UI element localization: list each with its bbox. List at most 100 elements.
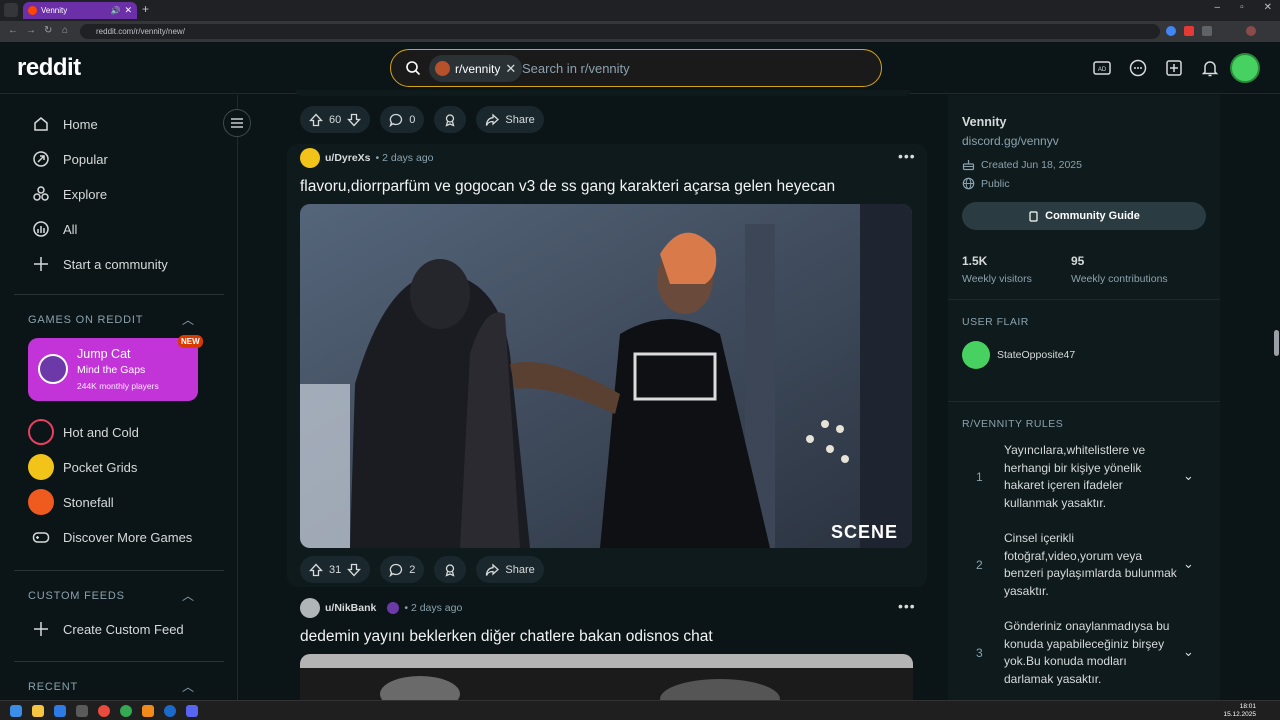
downvote-icon[interactable]	[347, 563, 362, 577]
forward-icon[interactable]: →	[26, 25, 36, 36]
app-icon[interactable]	[54, 705, 66, 717]
tab-search-button[interactable]	[4, 3, 18, 17]
user-avatar[interactable]	[300, 148, 320, 168]
post-title[interactable]: dedemin yayını beklerken diğer chatlere …	[300, 628, 713, 646]
featured-game-card[interactable]: Jump Cat Mind the Gaps 244K monthly play…	[28, 338, 198, 401]
minimize-button[interactable]: –	[1215, 2, 1221, 13]
puzzle-icon[interactable]	[1202, 26, 1212, 36]
post-title[interactable]: flavoru,diorrparfüm ve gogocan v3 de ss …	[300, 178, 835, 196]
app-icon[interactable]	[98, 705, 110, 717]
share-button[interactable]: Share	[476, 106, 544, 133]
chevron-down-icon[interactable]: ⌄	[1183, 644, 1194, 660]
home-browser-icon[interactable]: ⌂	[62, 25, 68, 36]
chip-remove-icon[interactable]: ✕	[505, 61, 516, 77]
tab-close-icon[interactable]: ✕	[124, 5, 132, 16]
chat-icon[interactable]	[1128, 58, 1148, 78]
browser-tab[interactable]: Vennity 🔊 ✕	[23, 2, 137, 19]
extension-icon[interactable]	[1184, 26, 1194, 36]
recent-section-title[interactable]: RECENT	[28, 681, 78, 693]
close-window-button[interactable]: ✕	[1264, 2, 1272, 13]
search-bar[interactable]: r/vennity ✕ Search in r/vennity	[390, 49, 882, 87]
chevron-up-icon[interactable]: ︿	[182, 311, 194, 328]
upvote-icon[interactable]	[309, 113, 323, 127]
game-stonefall[interactable]: Stonefall	[28, 489, 114, 515]
maximize-button[interactable]: ▫	[1240, 2, 1244, 13]
page-scrollbar[interactable]	[1274, 330, 1279, 356]
nav-all[interactable]: All	[32, 220, 77, 238]
post-author[interactable]: u/NikBank	[325, 602, 376, 614]
reload-icon[interactable]: ↻	[44, 25, 52, 36]
stat-weekly-contributions: 95 Weekly contributions	[1071, 254, 1168, 285]
create-custom-feed[interactable]: Create Custom Feed	[32, 620, 184, 638]
nav-explore[interactable]: Explore	[32, 185, 107, 203]
discover-more-games[interactable]: Discover More Games	[32, 528, 192, 546]
user-flair[interactable]: StateOpposite47	[962, 341, 1075, 369]
chevron-up-icon[interactable]: ︿	[182, 678, 194, 695]
user-avatar[interactable]	[300, 598, 320, 618]
home-icon	[34, 117, 48, 131]
rule-item[interactable]: 2 Cinsel içerikli fotoğraf,video,yorum v…	[976, 530, 1216, 600]
rule-item[interactable]: 3 Gönderiniz onaylanmadıysa bu konuda ya…	[976, 618, 1216, 688]
vote-count: 60	[329, 113, 342, 126]
comments-button[interactable]: 2	[380, 556, 425, 583]
profile-icon[interactable]	[1246, 26, 1256, 36]
downvote-icon[interactable]	[347, 113, 362, 127]
flair-username: StateOpposite47	[997, 349, 1076, 361]
upvote-icon[interactable]	[309, 563, 323, 577]
post-options-button[interactable]: •••	[898, 598, 916, 614]
new-tab-button[interactable]: +	[142, 2, 149, 16]
rule-number: 2	[976, 558, 983, 572]
created-date: Created Jun 18, 2025	[981, 158, 1082, 171]
custom-feeds-section-title[interactable]: CUSTOM FEEDS	[28, 590, 125, 602]
notification-bell-icon[interactable]	[1200, 58, 1220, 78]
back-icon[interactable]: ←	[8, 25, 18, 36]
chrome-icon[interactable]	[120, 705, 132, 717]
stat-value: 95	[1071, 254, 1085, 268]
game-pocket-grids[interactable]: Pocket Grids	[28, 454, 137, 480]
chevron-up-icon[interactable]: ︿	[182, 587, 194, 604]
extension-icon[interactable]	[1166, 26, 1176, 36]
nav-start-community[interactable]: Start a community	[32, 255, 168, 273]
speaker-icon[interactable]: 🔊	[110, 6, 120, 15]
nav-home[interactable]: Home	[32, 115, 98, 133]
steam-icon[interactable]	[164, 705, 176, 717]
game-hot-and-cold[interactable]: Hot and Cold	[28, 419, 139, 445]
community-guide-button[interactable]: Community Guide	[962, 202, 1206, 230]
game-label: Hot and Cold	[63, 424, 139, 440]
chevron-down-icon[interactable]: ⌄	[1183, 468, 1194, 484]
rule-item[interactable]: 1 Yayıncılara,whitelistlere ve herhangi …	[976, 442, 1216, 512]
search-input[interactable]: Search in r/vennity	[522, 61, 630, 76]
award-button[interactable]	[434, 556, 467, 583]
app-icon[interactable]	[76, 705, 88, 717]
post-video[interactable]: SCENE	[300, 204, 912, 548]
sidebar-toggle-button[interactable]	[223, 109, 251, 137]
discord-icon[interactable]	[186, 705, 198, 717]
chevron-down-icon[interactable]: ⌄	[1183, 556, 1194, 572]
file-explorer-icon[interactable]	[32, 705, 44, 717]
post-image[interactable]	[300, 654, 913, 704]
post-author[interactable]: u/DyreXs	[325, 152, 371, 164]
post-meta: u/DyreXs • 2 days ago	[300, 148, 434, 168]
app-icon[interactable]	[142, 705, 154, 717]
post-action-bar: 60 0 Share	[300, 106, 544, 133]
new-badge: NEW	[178, 335, 203, 348]
post-options-button[interactable]: •••	[898, 148, 916, 164]
globe-icon	[962, 177, 975, 190]
subreddit-chip[interactable]: r/vennity ✕	[429, 55, 523, 82]
reddit-logo[interactable]: reddit	[17, 54, 81, 82]
flair-avatar	[962, 341, 990, 369]
nav-popular[interactable]: Popular	[32, 150, 108, 168]
award-button[interactable]	[434, 106, 467, 133]
subreddit-chip-label: r/vennity	[455, 61, 501, 76]
advertise-icon[interactable]: AD	[1092, 58, 1112, 78]
user-avatar[interactable]	[1230, 53, 1260, 83]
create-post-icon[interactable]	[1164, 58, 1184, 78]
system-clock[interactable]: 18:01 15.12.2025	[1223, 703, 1256, 719]
left-sidebar: Home Popular Explore All Start a communi…	[0, 95, 238, 700]
windows-start-icon[interactable]	[10, 705, 22, 717]
share-button[interactable]: Share	[476, 556, 544, 583]
community-link[interactable]: discord.gg/vennyv	[962, 134, 1059, 148]
url-field[interactable]: reddit.com/r/vennity/new/	[80, 24, 1160, 39]
comments-button[interactable]: 0	[380, 106, 425, 133]
games-section-title[interactable]: GAMES ON REDDIT	[28, 314, 143, 326]
